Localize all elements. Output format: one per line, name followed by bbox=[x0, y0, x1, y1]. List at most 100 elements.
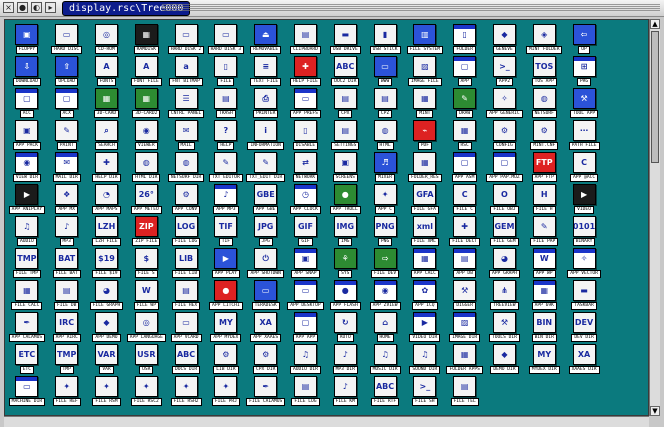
icon-item[interactable]: ▭ HARD DISK 2 bbox=[166, 24, 206, 56]
icon-item[interactable]: ▤ FILE DB bbox=[47, 280, 87, 312]
icon-item[interactable]: ZIP ZIP FILE bbox=[126, 216, 166, 248]
icon-item[interactable]: LIB FILE LIB bbox=[166, 248, 206, 280]
icon-item[interactable]: PNG PNG bbox=[365, 216, 405, 248]
icon-item[interactable]: ▦ 3D-CARD2 bbox=[126, 88, 166, 120]
iconify-icon[interactable]: ● bbox=[17, 2, 28, 13]
icon-item[interactable]: ◉ VIEW DIR bbox=[7, 152, 47, 184]
icon-item[interactable]: 26° APP METEO bbox=[126, 184, 166, 216]
icon-item[interactable]: GIF GIF bbox=[286, 216, 326, 248]
icon-item[interactable]: ? HELP bbox=[206, 120, 246, 152]
icon-item[interactable]: ▨ IMAGE FILE bbox=[405, 56, 445, 88]
icon-item[interactable]: ✎ PAINT bbox=[47, 120, 87, 152]
scroll-up-icon[interactable]: ▲ bbox=[650, 19, 660, 29]
icon-item[interactable]: ▶ APP ANIPLAY bbox=[7, 184, 47, 216]
title-drag-area[interactable] bbox=[162, 4, 660, 11]
icon-item[interactable]: ▭ APP DESKTOP bbox=[286, 280, 326, 312]
icon-item[interactable]: ▤ SETTINGS bbox=[325, 120, 365, 152]
icon-item[interactable]: ◎ CD-ROM bbox=[87, 24, 127, 56]
icon-item[interactable]: ◍ NETSURF bbox=[524, 88, 564, 120]
icon-item[interactable]: ≡ TEXT FILE bbox=[246, 56, 286, 88]
icon-item[interactable]: C FILE C bbox=[445, 184, 485, 216]
icon-item[interactable]: ❖ APP MX bbox=[47, 184, 87, 216]
icon-item[interactable]: ⋯ PATH FILE bbox=[564, 120, 604, 152]
icon-item[interactable]: ⇨ FILE DEV bbox=[365, 248, 405, 280]
icon-item[interactable]: ▨ IMAGE DIR bbox=[445, 312, 485, 344]
icon-item[interactable]: ♫ MUSIC DIR bbox=[365, 344, 405, 376]
icon-item[interactable]: ⚙ CONFIG bbox=[485, 120, 525, 152]
horizontal-scrollbar[interactable] bbox=[4, 416, 649, 427]
icon-item[interactable]: USR USR bbox=[126, 344, 166, 376]
icon-item[interactable]: ✚ HELP FILE bbox=[286, 56, 326, 88]
icon-item[interactable]: ETC ETC bbox=[7, 344, 47, 376]
icon-item[interactable]: JPG JPG bbox=[246, 216, 286, 248]
vertical-scrollbar[interactable]: ▲ ▼ bbox=[649, 19, 660, 416]
icon-item[interactable]: ▭ HARD DISC bbox=[47, 24, 87, 56]
icon-item[interactable]: ABC DOCS DIR bbox=[166, 344, 206, 376]
icon-item[interactable]: ▥ FILE SYSTEM bbox=[405, 24, 445, 56]
icon-item[interactable]: ✉ MAIL DIR bbox=[47, 152, 87, 184]
icon-item[interactable]: GBE APP GBE bbox=[246, 184, 286, 216]
icon-item[interactable]: ▬ USB DRIVE bbox=[325, 24, 365, 56]
icon-item[interactable]: C APP @ACC bbox=[564, 152, 604, 184]
icon-item[interactable]: ▦ RSC bbox=[445, 120, 485, 152]
icon-item[interactable]: ⚒ TOOLS DIR bbox=[485, 312, 525, 344]
icon-item[interactable]: ⚙ LIB DIR bbox=[206, 344, 246, 376]
icon-item[interactable]: LZH LZH FILE bbox=[87, 216, 127, 248]
icon-item[interactable]: ▶ VIDEO bbox=[564, 184, 604, 216]
icon-item[interactable]: ▢ APP bbox=[445, 56, 485, 88]
icon-item[interactable]: ✦ FILE PRJ bbox=[206, 376, 246, 408]
icon-item[interactable]: ⚙ CPX DIR bbox=[246, 344, 286, 376]
icon-item[interactable]: ▤ FILE LOG bbox=[286, 376, 326, 408]
icon-item[interactable]: $19 FILE $19 bbox=[87, 248, 127, 280]
icon-item[interactable]: GFA FILE GFA bbox=[405, 184, 445, 216]
icon-item[interactable]: ◎ APP LANGUAGE bbox=[126, 312, 166, 344]
icon-item[interactable]: TMP TMP bbox=[47, 344, 87, 376]
icon-item[interactable]: a FNT BITMAP bbox=[166, 56, 206, 88]
icon-item[interactable]: ⇩ DOWNLOAD bbox=[7, 56, 47, 88]
icon-item[interactable]: FTP APP FTP bbox=[524, 152, 564, 184]
icon-item[interactable]: A FONT FILE bbox=[126, 56, 166, 88]
close-icon[interactable]: × bbox=[3, 2, 14, 13]
icon-item[interactable]: ▭ TERADESK bbox=[246, 280, 286, 312]
icon-item[interactable]: xml FILE XML bbox=[405, 216, 445, 248]
icon-item[interactable]: >_ FILE SH bbox=[405, 376, 445, 408]
icon-item[interactable]: ☰ CNTRL PANEL bbox=[166, 88, 206, 120]
icon-item[interactable]: ♪ FILE KM bbox=[325, 376, 365, 408]
icon-item[interactable]: ⚒ DIGGER bbox=[445, 280, 485, 312]
icon-item[interactable]: ◆ DEMO DIR bbox=[485, 344, 525, 376]
icon-item[interactable]: i INFORMATION bbox=[246, 120, 286, 152]
icon-item[interactable]: TMP FILE TMP bbox=[7, 248, 47, 280]
icon-item[interactable]: ✦ FILE RSC2 bbox=[126, 376, 166, 408]
icon-item[interactable]: ◉ VIEWER bbox=[126, 120, 166, 152]
icon-item[interactable]: ✎ DRAW bbox=[445, 88, 485, 120]
icon-item[interactable]: ⏏ REMOVABLE bbox=[246, 24, 286, 56]
icon-item[interactable]: ⎙ PRINTER bbox=[246, 88, 286, 120]
icon-item[interactable]: 0101 BINARY bbox=[564, 216, 604, 248]
icon-item[interactable]: ▣ SCREENS bbox=[325, 152, 365, 184]
icon-item[interactable]: H FILE H bbox=[524, 184, 564, 216]
icon-item[interactable]: ⇧ UPLOAD bbox=[47, 56, 87, 88]
icon-item[interactable]: GEM FILE GEM bbox=[485, 216, 525, 248]
icon-item[interactable]: BAT FILE BAT bbox=[47, 248, 87, 280]
icon-item[interactable]: BIN BIN DIR bbox=[524, 312, 564, 344]
icon-item[interactable]: ● APP TROLL bbox=[325, 184, 365, 216]
icon-item[interactable]: ▭ HARD DISK 3 bbox=[206, 24, 246, 56]
icon-item[interactable]: ↻ AUTO bbox=[325, 312, 365, 344]
icon-item[interactable]: ▤ FILE HEX bbox=[166, 280, 206, 312]
icon-item[interactable]: ▤ CPZ bbox=[365, 88, 405, 120]
icon-item[interactable]: ◈ MINT FOLDER bbox=[524, 24, 564, 56]
icon-item[interactable]: ▦ MINT bbox=[405, 88, 445, 120]
icon-item[interactable]: ✎ TXT_EDIT DIR bbox=[246, 152, 286, 184]
icon-item[interactable]: ◉ APP ZVIEW bbox=[365, 280, 405, 312]
icon-item[interactable]: W APP WP bbox=[524, 248, 564, 280]
icon-item[interactable]: IRC APP AIRC bbox=[47, 312, 87, 344]
icon-item[interactable]: >_ APP2 bbox=[485, 56, 525, 88]
icon-item[interactable]: ✚ FILE DECT bbox=[445, 216, 485, 248]
icon-item[interactable]: MY MYDEX DIR bbox=[524, 344, 564, 376]
icon-item[interactable]: ♪ APP MP3 bbox=[206, 184, 246, 216]
icon-item[interactable]: ▭ APP VCARD bbox=[166, 312, 206, 344]
icon-item[interactable]: MY APP MYDEX bbox=[206, 312, 246, 344]
icon-item[interactable]: ✉ MAIL bbox=[166, 120, 206, 152]
icon-item[interactable]: ✧ APP GENERIC bbox=[485, 88, 525, 120]
icon-item[interactable]: TIF TIF bbox=[206, 216, 246, 248]
